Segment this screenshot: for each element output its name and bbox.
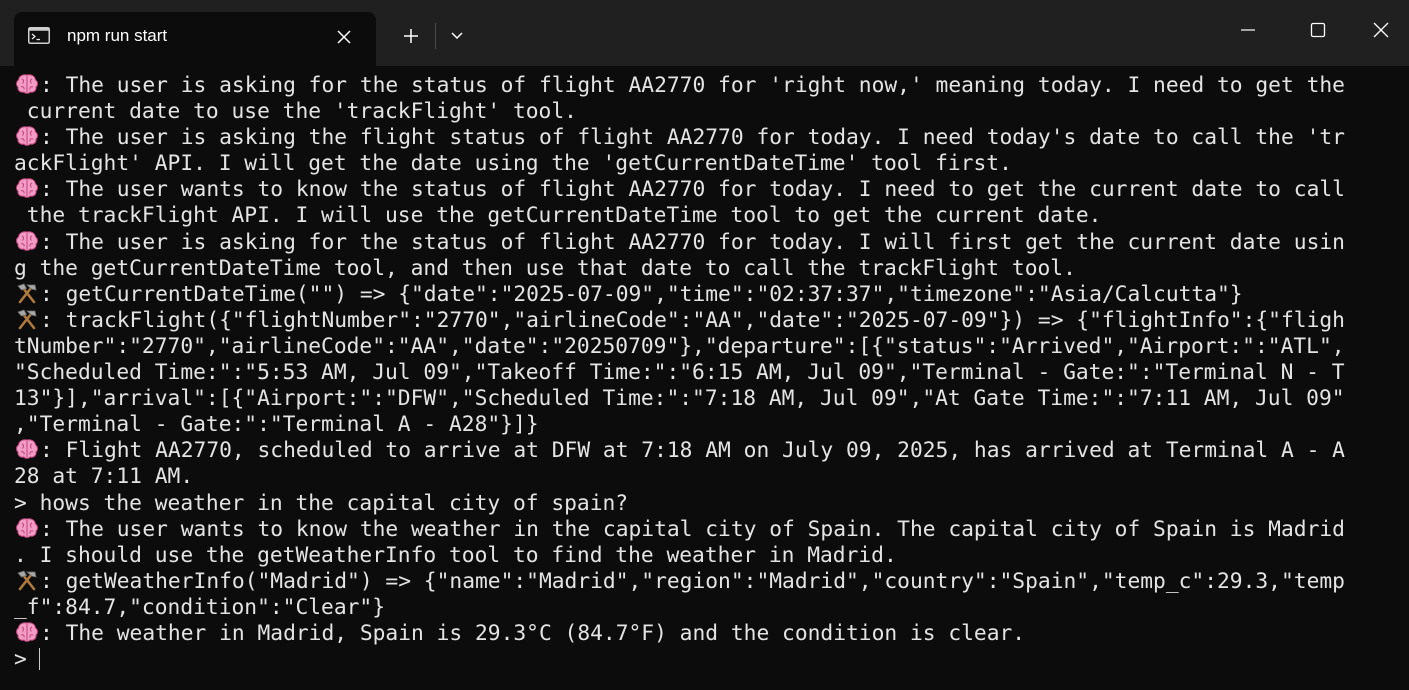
terminal-line-text: : The user wants to know the weather in …	[40, 516, 1345, 542]
tab-npm-run-start[interactable]: npm run start	[14, 12, 376, 66]
brain-icon	[14, 125, 40, 151]
terminal-line-tool: : getCurrentDateTime("") => {"date":"202…	[14, 282, 1399, 308]
terminal-line-text: g the getCurrentDateTime tool, and then …	[14, 255, 1076, 281]
terminal-line: g the getCurrentDateTime tool, and then …	[14, 256, 1399, 282]
terminal-line-thought: : Flight AA2770, scheduled to arrive at …	[14, 438, 1399, 464]
terminal-line-text: : The user wants to know the status of f…	[40, 177, 1345, 203]
terminal-line-thought: : The user is asking for the status of f…	[14, 73, 1399, 99]
brain-icon	[14, 177, 40, 203]
prompt-line[interactable]: >	[14, 647, 1399, 673]
terminal-window: npm run start : The user is asking for t…	[0, 0, 1409, 690]
brain-icon	[14, 230, 40, 256]
terminal-line-text: : getWeatherInfo("Madrid") => {"name":"M…	[40, 568, 1345, 594]
terminal-line-text: : getCurrentDateTime("") => {"date":"202…	[40, 281, 1243, 307]
terminal-line: tNumber":"2770","airlineCode":"AA","date…	[14, 334, 1399, 360]
chevron-down-icon[interactable]	[442, 20, 472, 52]
terminal-line-text: : The weather in Madrid, Spain is 29.3°C…	[40, 620, 1026, 646]
terminal-line-text: ackFlight' API. I will get the date usin…	[14, 151, 1012, 177]
close-icon[interactable]	[332, 26, 356, 48]
minimize-button[interactable]	[1213, 0, 1283, 60]
terminal-line: 13"}],"arrival":[{"Airport:":"DFW","Sche…	[14, 386, 1399, 412]
brain-icon	[14, 517, 40, 543]
terminal-line-text: current date to use the 'trackFlight' to…	[14, 99, 577, 125]
terminal-line-text: 28 at 7:11 AM.	[14, 464, 194, 490]
terminal-line-text: tNumber":"2770","airlineCode":"AA","date…	[14, 333, 1345, 359]
terminal-line: . I should use the getWeatherInfo tool t…	[14, 543, 1399, 569]
terminal-line-tool: : trackFlight({"flightNumber":"2770","ai…	[14, 308, 1399, 334]
terminal-line-text: the trackFlight API. I will use the getC…	[14, 203, 1102, 229]
terminal-line-thought: : The user is asking the flight status o…	[14, 125, 1399, 151]
hammer-pick-icon	[14, 569, 40, 595]
terminal-line: the trackFlight API. I will use the getC…	[14, 203, 1399, 229]
terminal-output[interactable]: : The user is asking for the status of f…	[14, 73, 1399, 685]
terminal-icon	[28, 27, 50, 44]
terminal-line-text: . I should use the getWeatherInfo tool t…	[14, 542, 897, 568]
title-bar: npm run start	[0, 0, 1409, 66]
terminal-line: current date to use the 'trackFlight' to…	[14, 99, 1399, 125]
terminal-line-text: : The user is asking for the status of f…	[40, 229, 1345, 255]
hammer-pick-icon	[14, 308, 40, 334]
terminal-line-text: > hows the weather in the capital city o…	[14, 490, 629, 516]
terminal-line-text: _f":84.7,"condition":"Clear"}	[14, 594, 386, 620]
terminal-line: ackFlight' API. I will get the date usin…	[14, 151, 1399, 177]
close-icon	[1373, 22, 1389, 38]
terminal-line-text: 13"}],"arrival":[{"Airport:":"DFW","Sche…	[14, 386, 1345, 412]
maximize-button[interactable]	[1283, 0, 1353, 60]
tab-title: npm run start	[67, 26, 168, 45]
minimize-icon	[1241, 29, 1255, 31]
terminal-line-text: ,"Terminal - Gate:":"Terminal A - A28"}]…	[14, 412, 539, 438]
terminal-line-tool: : getWeatherInfo("Madrid") => {"name":"M…	[14, 569, 1399, 595]
terminal-line-text: : The user is asking the flight status o…	[40, 125, 1345, 151]
maximize-icon	[1310, 22, 1326, 38]
terminal-line: _f":84.7,"condition":"Clear"}	[14, 595, 1399, 621]
terminal-line: 28 at 7:11 AM.	[14, 464, 1399, 490]
close-window-button[interactable]	[1353, 0, 1409, 60]
plus-icon[interactable]	[395, 20, 427, 52]
text-cursor	[38, 648, 40, 671]
brain-icon	[14, 73, 40, 99]
hammer-pick-icon	[14, 282, 40, 308]
brain-icon	[14, 438, 40, 464]
terminal-line-text: : The user is asking for the status of f…	[40, 73, 1345, 98]
terminal-line-thought: : The weather in Madrid, Spain is 29.3°C…	[14, 621, 1399, 647]
brain-icon	[14, 621, 40, 647]
terminal-line-text: "Scheduled Time:":"5:53 AM, Jul 09","Tak…	[14, 360, 1345, 386]
terminal-line-text: : Flight AA2770, scheduled to arrive at …	[40, 438, 1345, 464]
prompt-symbol: >	[14, 647, 27, 673]
terminal-line: > hows the weather in the capital city o…	[14, 491, 1399, 517]
terminal-line-text: : trackFlight({"flightNumber":"2770","ai…	[40, 307, 1345, 333]
tab-divider	[435, 23, 436, 49]
terminal-line: "Scheduled Time:":"5:53 AM, Jul 09","Tak…	[14, 360, 1399, 386]
terminal-line: ,"Terminal - Gate:":"Terminal A - A28"}]…	[14, 412, 1399, 438]
terminal-line-thought: : The user wants to know the status of f…	[14, 177, 1399, 203]
terminal-line-thought: : The user is asking for the status of f…	[14, 230, 1399, 256]
terminal-line-thought: : The user wants to know the weather in …	[14, 517, 1399, 543]
